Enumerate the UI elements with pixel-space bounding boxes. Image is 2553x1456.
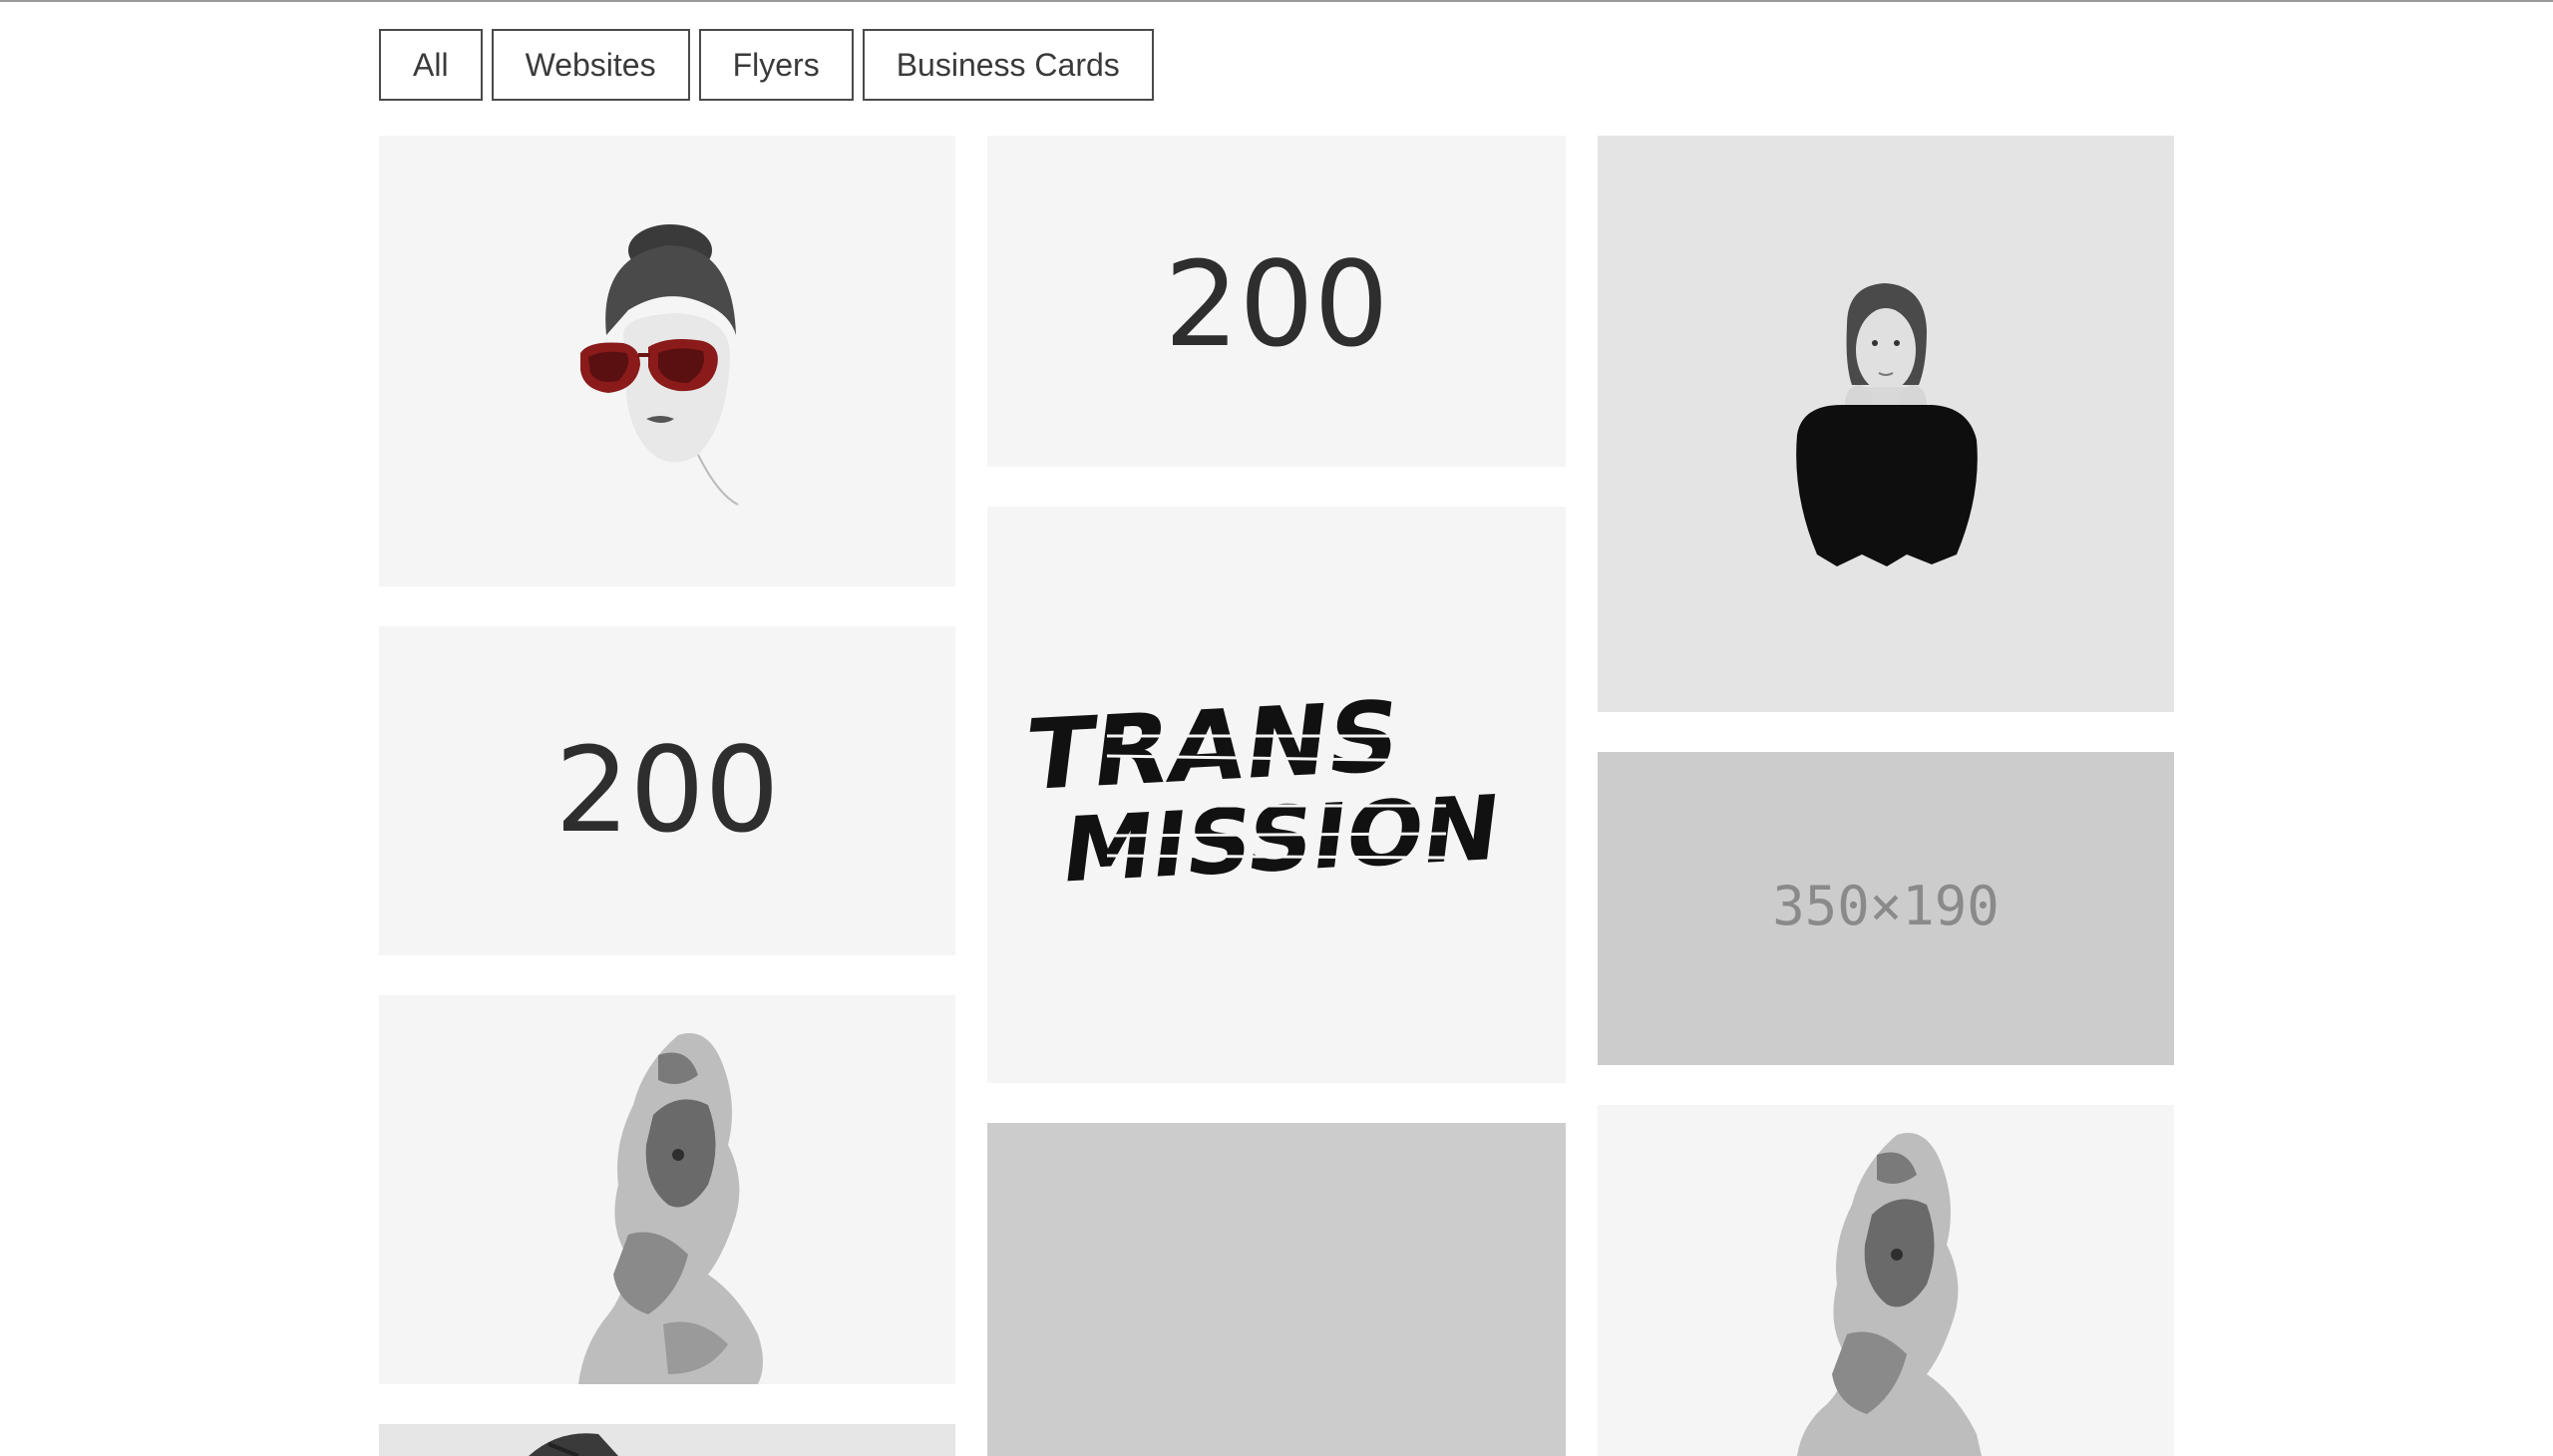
portfolio-filter-bar: All Websites Flyers Business Cards [379, 29, 1154, 101]
sunglasses-woman-image [580, 224, 739, 506]
200-logo-image: 200 [554, 721, 779, 859]
watercolor-woman-image [578, 1033, 763, 1384]
portfolio-item-watercolor-woman-right[interactable] [1598, 1105, 2174, 1456]
200-logo-text: 200 [554, 721, 779, 859]
filter-all-button[interactable]: All [379, 29, 483, 101]
portfolio-item-sunglasses-woman[interactable] [379, 136, 955, 586]
portfolio-item-200-logo-left[interactable]: 200 [379, 626, 955, 955]
partial-image [529, 1433, 618, 1456]
portfolio-item-200-logo-center[interactable]: 200 [987, 136, 1566, 467]
filter-flyers-button[interactable]: Flyers [698, 29, 854, 101]
filter-business-cards-button[interactable]: Business Cards [862, 29, 1154, 101]
portfolio-item-partial-left[interactable] [379, 1424, 955, 1456]
placeholder-image: 350×190 [1772, 875, 2000, 937]
portfolio-item-transmission[interactable]: TRANS MISSION [987, 507, 1566, 1083]
watercolor-woman-image [1797, 1133, 1982, 1456]
top-divider [0, 0, 2553, 2]
transmission-bottom-text: MISSION [1056, 777, 1505, 904]
placeholder-size-text: 350×190 [1772, 875, 2000, 937]
portfolio-item-placeholder-right[interactable]: 350×190 [1598, 752, 2174, 1065]
filter-websites-button[interactable]: Websites [491, 29, 690, 101]
200-logo-image: 200 [1164, 235, 1388, 373]
portfolio-item-watercolor-woman-left[interactable] [379, 995, 955, 1384]
transmission-logo-image: TRANS MISSION [1019, 680, 1505, 904]
portfolio-item-black-sweater-woman[interactable] [1598, 136, 2174, 712]
portfolio-item-placeholder-center[interactable] [987, 1123, 1566, 1456]
200-logo-text: 200 [1164, 235, 1388, 373]
black-sweater-woman-image [1796, 283, 1978, 566]
